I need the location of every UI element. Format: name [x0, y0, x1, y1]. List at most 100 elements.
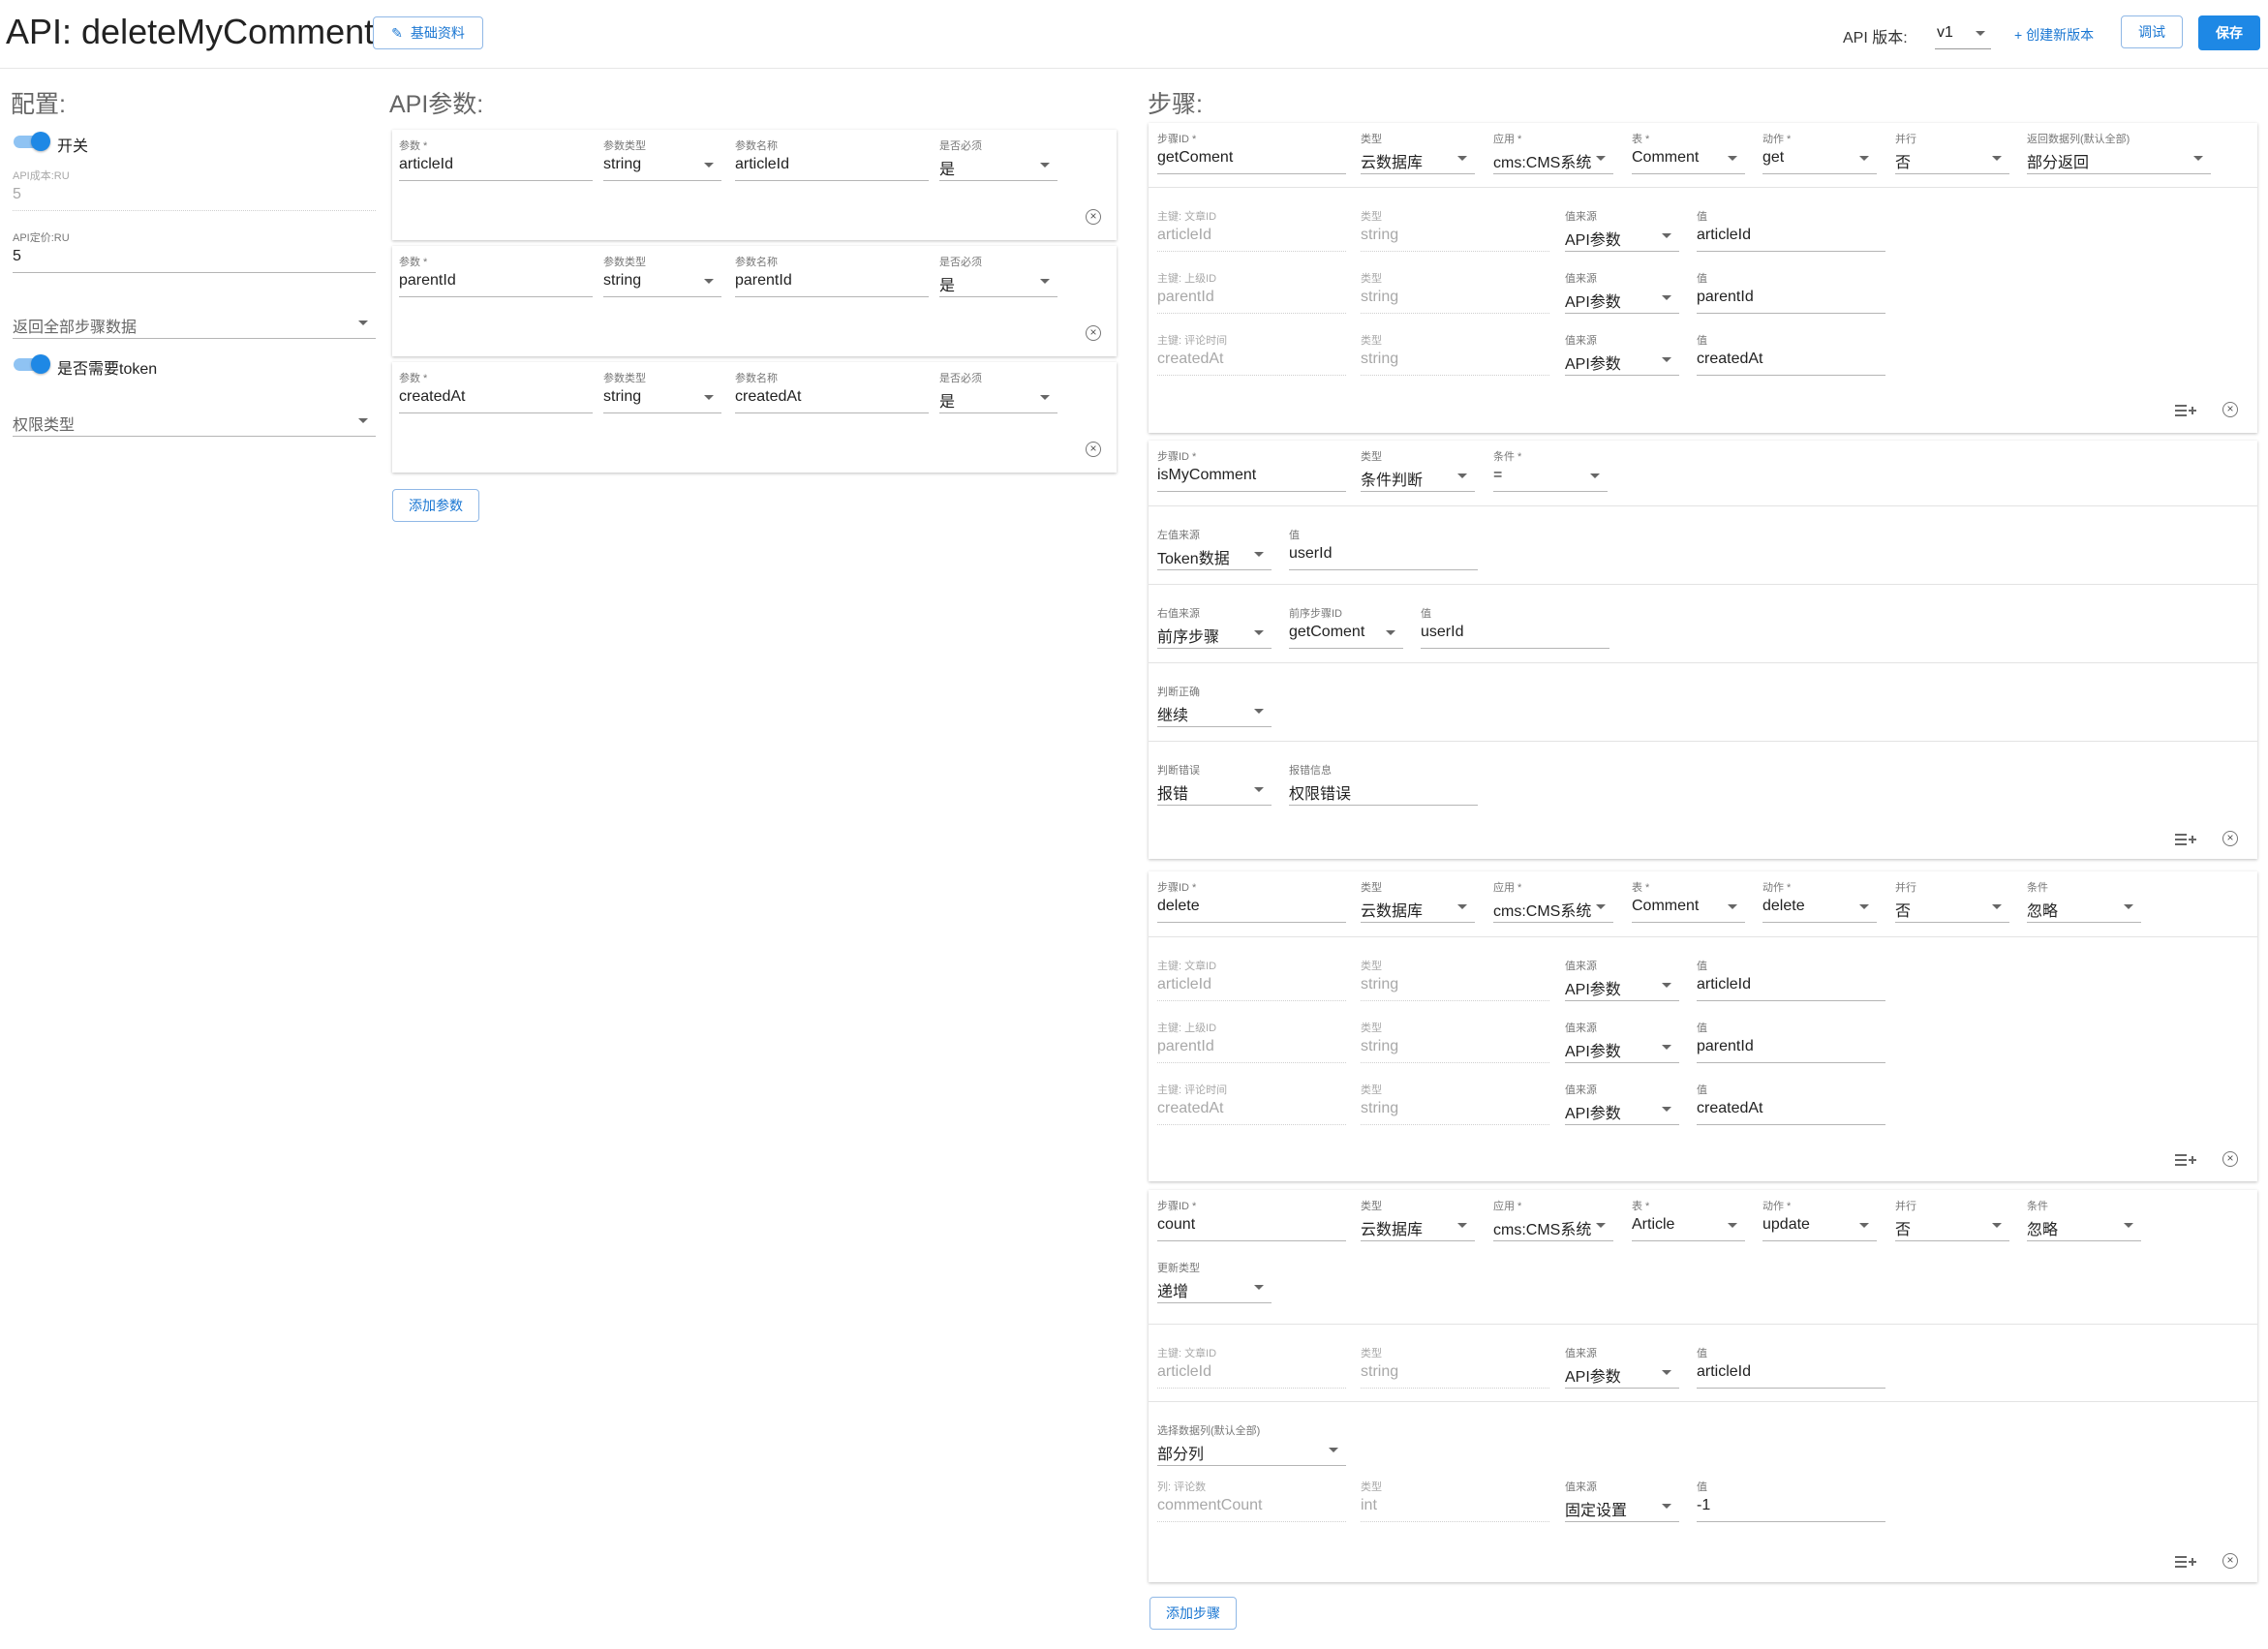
key-value: articleId: [1157, 1363, 1212, 1380]
switch-toggle[interactable]: [14, 132, 50, 151]
prev-step-id-label: 前序步骤ID: [1289, 608, 1342, 620]
right-value-source-select[interactable]: 右值来源 前序步骤: [1157, 605, 1272, 649]
left-value-input[interactable]: 值 userId: [1289, 527, 1478, 570]
step-app-select[interactable]: 应用 * cms:CMS系统: [1493, 131, 1613, 174]
step-condition-select[interactable]: 条件 忽略: [2027, 879, 2141, 923]
step-id-input[interactable]: 步骤ID * count: [1157, 1198, 1346, 1241]
add-row-icon[interactable]: [2175, 1556, 2196, 1572]
param-key-input[interactable]: 参数 * articleId: [399, 137, 593, 181]
value-source-select[interactable]: 值来源 API参数: [1565, 270, 1679, 314]
steps-title: 步骤:: [1148, 91, 1203, 118]
error-message-input[interactable]: 报错信息 权限错误: [1289, 762, 1478, 806]
remove-step-icon[interactable]: ×: [2222, 1553, 2238, 1569]
create-version-link[interactable]: + 创建新版本: [2014, 25, 2094, 45]
condition-select[interactable]: 条件 * =: [1493, 448, 1608, 492]
save-button[interactable]: 保存: [2198, 15, 2260, 50]
param-type-select[interactable]: 参数类型 string: [603, 370, 721, 413]
step-action-label: 动作 *: [1762, 882, 1792, 894]
step-return-cols-select[interactable]: 返回数据列(默认全部) 部分返回: [2027, 131, 2211, 174]
value-input[interactable]: 值 articleId: [1697, 208, 1885, 252]
add-row-icon[interactable]: [2175, 1154, 2196, 1170]
step-action-select[interactable]: 动作 * delete: [1762, 879, 1877, 923]
add-row-icon[interactable]: [2175, 834, 2196, 849]
value-input[interactable]: 值 parentId: [1697, 270, 1885, 314]
step-table-select[interactable]: 表 * Article: [1632, 1198, 1745, 1241]
param-type-select[interactable]: 参数类型 string: [603, 254, 721, 297]
remove-step-icon[interactable]: ×: [2222, 402, 2238, 417]
step-app-select[interactable]: 应用 * cms:CMS系统: [1493, 879, 1613, 923]
value-source-select[interactable]: 值来源 API参数: [1565, 332, 1679, 376]
update-type-select[interactable]: 更新类型 递增: [1157, 1260, 1272, 1303]
step-type-select[interactable]: 类型 云数据库: [1361, 1198, 1475, 1241]
step-app-select[interactable]: 应用 * cms:CMS系统: [1493, 1198, 1613, 1241]
add-step-button[interactable]: 添加步骤: [1149, 1597, 1237, 1630]
value-source-select[interactable]: 值来源 API参数: [1565, 958, 1679, 1001]
step-type-value: 条件判断: [1361, 473, 1424, 489]
param-required-select[interactable]: 是否必须 是: [939, 137, 1057, 181]
prev-step-id-select[interactable]: 前序步骤ID getComent: [1289, 605, 1403, 649]
key-type-field: 类型 string: [1361, 208, 1549, 252]
remove-circle-icon[interactable]: ×: [1086, 325, 1101, 341]
step-id-input[interactable]: 步骤ID * delete: [1157, 879, 1346, 923]
step-parallel-select[interactable]: 并行 否: [1895, 1198, 2009, 1241]
permission-type-select[interactable]: 权限类型: [13, 393, 376, 437]
value-source-select[interactable]: 值来源 API参数: [1565, 208, 1679, 252]
debug-button[interactable]: 调试: [2121, 15, 2183, 48]
value-input[interactable]: 值 createdAt: [1697, 1082, 1885, 1125]
value-input[interactable]: 值 articleId: [1697, 958, 1885, 1001]
param-name-input[interactable]: 参数名称 createdAt: [735, 370, 929, 413]
step-parallel-select[interactable]: 并行 否: [1895, 131, 2009, 174]
need-token-toggle[interactable]: [14, 354, 50, 374]
value-source-select[interactable]: 值来源 API参数: [1565, 1345, 1679, 1389]
value-source-select[interactable]: 值来源 固定设置: [1565, 1479, 1679, 1522]
param-key-input[interactable]: 参数 * createdAt: [399, 370, 593, 413]
remove-step-icon[interactable]: ×: [2222, 1151, 2238, 1167]
api-version-select[interactable]: v1: [1935, 17, 1991, 49]
value-input[interactable]: 值 createdAt: [1697, 332, 1885, 376]
basic-info-button[interactable]: ✎ 基础资料: [373, 16, 483, 49]
update-type-label: 更新类型: [1157, 1263, 1200, 1274]
step-table-select[interactable]: 表 * Comment: [1632, 879, 1745, 923]
step-type-select[interactable]: 类型 云数据库: [1361, 879, 1475, 923]
step-id-label: 步骤ID *: [1157, 882, 1197, 894]
api-price-input[interactable]: API定价:RU 5: [13, 229, 376, 273]
right-value-input[interactable]: 值 userId: [1421, 605, 1609, 649]
select-columns-select[interactable]: 选择数据列(默认全部) 部分列: [1157, 1422, 1346, 1466]
param-key-value: createdAt: [399, 388, 466, 405]
remove-circle-icon[interactable]: ×: [1086, 209, 1101, 225]
step-id-input[interactable]: 步骤ID * getComent: [1157, 131, 1346, 174]
step-parallel-label: 并行: [1895, 882, 1916, 894]
return-all-steps-select[interactable]: 返回全部步骤数据: [13, 295, 376, 339]
step-action-select[interactable]: 动作 * get: [1762, 131, 1877, 174]
param-required-select[interactable]: 是否必须 是: [939, 370, 1057, 413]
value-input[interactable]: 值 -1: [1697, 1479, 1885, 1522]
judge-false-select[interactable]: 判断错误 报错: [1157, 762, 1272, 806]
value-input[interactable]: 值 parentId: [1697, 1020, 1885, 1063]
chevron-down-icon: [1859, 1223, 1869, 1228]
step-condition-select[interactable]: 条件 忽略: [2027, 1198, 2141, 1241]
step-type-select[interactable]: 类型 云数据库: [1361, 131, 1475, 174]
step-id-input[interactable]: 步骤ID * isMyComment: [1157, 448, 1346, 492]
value-input[interactable]: 值 articleId: [1697, 1345, 1885, 1389]
param-name-input[interactable]: 参数名称 parentId: [735, 254, 929, 297]
remove-step-icon[interactable]: ×: [2222, 831, 2238, 846]
left-value-source-select[interactable]: 左值来源 Token数据: [1157, 527, 1272, 570]
param-name-value: articleId: [735, 156, 790, 172]
param-type-select[interactable]: 参数类型 string: [603, 137, 721, 181]
param-name-input[interactable]: 参数名称 articleId: [735, 137, 929, 181]
step-action-select[interactable]: 动作 * update: [1762, 1198, 1877, 1241]
add-param-button[interactable]: 添加参数: [392, 489, 479, 522]
judge-true-select[interactable]: 判断正确 继续: [1157, 684, 1272, 727]
value-source-select[interactable]: 值来源 API参数: [1565, 1082, 1679, 1125]
api-version-value: v1: [1937, 24, 1953, 41]
step-table-select[interactable]: 表 * Comment: [1632, 131, 1745, 174]
step-type-select[interactable]: 类型 条件判断: [1361, 448, 1475, 492]
add-row-icon[interactable]: [2175, 405, 2196, 420]
value-source-select[interactable]: 值来源 API参数: [1565, 1020, 1679, 1063]
step-type-value: 云数据库: [1361, 155, 1424, 171]
step-parallel-select[interactable]: 并行 否: [1895, 879, 2009, 923]
error-message-label: 报错信息: [1289, 765, 1332, 777]
param-required-select[interactable]: 是否必须 是: [939, 254, 1057, 297]
param-key-input[interactable]: 参数 * parentId: [399, 254, 593, 297]
remove-circle-icon[interactable]: ×: [1086, 442, 1101, 457]
